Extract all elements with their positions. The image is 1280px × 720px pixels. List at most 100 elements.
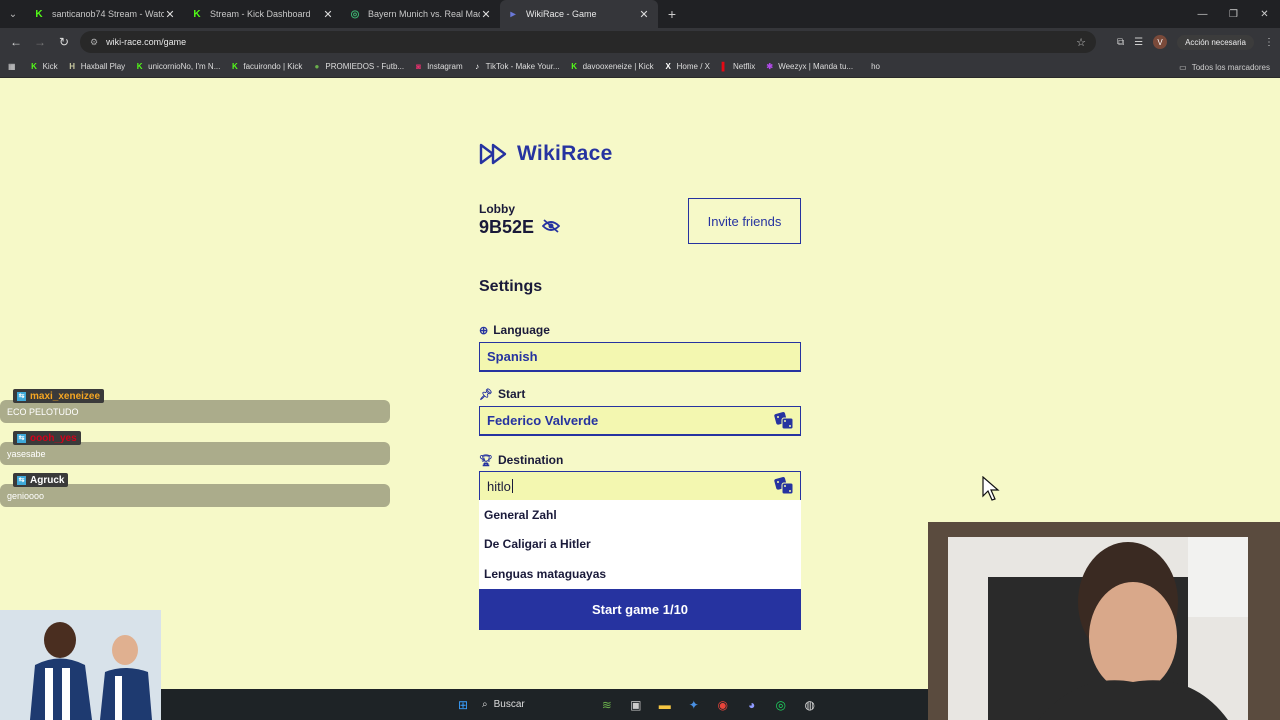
x-icon: X	[665, 62, 671, 71]
restore-icon[interactable]: ❐	[1218, 9, 1249, 20]
obs-icon[interactable]: ◍	[800, 695, 820, 715]
bookmarks-bar: ▦ K Kick H Haxball Play KunicornioNo, I'm …	[0, 56, 1280, 78]
bookmark-weezyx[interactable]: ✱ Weezyx | Manda tu...	[765, 62, 853, 71]
tab-title: WikiRace - Game	[526, 9, 597, 19]
tab-kick-stream[interactable]: K santicanob74 Stream - Watch L ✕	[26, 0, 184, 28]
bookmark-facuirondo[interactable]: Kfacuirondo | Kick	[230, 62, 302, 71]
close-icon[interactable]: ✕	[638, 8, 650, 21]
star-icon[interactable]: ☆	[1076, 36, 1086, 49]
webcam-feed	[928, 522, 1280, 720]
netflix-icon: ▌	[721, 62, 728, 71]
chat-message-row	[0, 484, 390, 507]
bookmark-tiktok[interactable]: ♪ TikTok - Make Your...	[473, 62, 559, 71]
weezyx-icon: ✱	[766, 62, 774, 71]
tab-kick-dashboard[interactable]: K Stream - Kick Dashboard ✕	[184, 0, 342, 28]
spotify-icon[interactable]: ◎	[771, 695, 791, 715]
language-value: Spanish	[487, 349, 538, 364]
destination-label: 🏆︎ Destination	[479, 453, 564, 467]
reload-icon[interactable]: ↻	[52, 35, 76, 49]
chrome-icon[interactable]: ◉	[713, 695, 733, 715]
lobby-code: 9B52E	[479, 217, 561, 238]
sticker-image	[0, 610, 161, 720]
lobby-code-text: 9B52E	[479, 217, 535, 237]
eye-slash-icon[interactable]	[541, 217, 561, 238]
tab-wikirace[interactable]: ▸ WikiRace - Game ✕	[500, 0, 658, 28]
destination-input[interactable]: hitlo	[479, 471, 801, 501]
dice-icon[interactable]	[774, 412, 794, 433]
start-input[interactable]: Federico Valverde	[479, 406, 801, 436]
windows-start-icon[interactable]: ⊞	[453, 695, 473, 715]
start-value: Federico Valverde	[487, 413, 599, 428]
taskbar-search[interactable]: ⌕ Buscar	[482, 699, 525, 710]
suggestion-item[interactable]: De Caligari a Hitler	[479, 530, 801, 560]
tab-search-icon[interactable]: ⌄	[0, 0, 26, 28]
chat-username-badge: ⇆ maxi_xeneizee	[13, 389, 105, 403]
instagram-icon: ◙	[416, 62, 421, 71]
start-game-button[interactable]: Start game 1/10	[479, 589, 801, 630]
language-select[interactable]: Spanish	[479, 342, 801, 372]
action-needed-button[interactable]: Acción necesaria	[1177, 34, 1254, 50]
bookmark-x[interactable]: X Home / X	[664, 62, 710, 71]
tab-title: Stream - Kick Dashboard	[210, 9, 311, 19]
copilot-icon[interactable]: ✦	[684, 695, 704, 715]
chat-message-row	[0, 442, 390, 465]
close-icon[interactable]: ✕	[322, 8, 334, 21]
wikirace-logo: WikiRace	[479, 142, 613, 166]
close-icon[interactable]: ✕	[164, 8, 176, 21]
kick-icon: K	[193, 8, 201, 20]
logo-title: WikiRace	[517, 142, 613, 165]
bookmark-netflix[interactable]: ▌ Netflix	[720, 62, 756, 71]
apps-icon[interactable]: ▦	[8, 62, 16, 71]
trophy-icon: 🏆︎	[479, 454, 493, 467]
new-tab-button[interactable]: +	[658, 6, 686, 22]
chat-username: Agruck	[30, 474, 65, 486]
kick-icon: K	[31, 62, 37, 71]
forward-icon[interactable]: →	[28, 35, 52, 49]
bookmark-unicornio[interactable]: KunicornioNo, I'm N...	[135, 62, 221, 71]
bookmark-kick[interactable]: K Kick	[30, 62, 58, 71]
media-icon[interactable]: ☰	[1134, 37, 1143, 48]
fast-forward-icon	[479, 143, 507, 165]
site-info-icon[interactable]: ⚙	[90, 37, 98, 48]
menu-icon[interactable]: ⋮	[1264, 37, 1274, 48]
discord-icon[interactable]: ◕	[742, 695, 762, 715]
back-icon[interactable]: ←	[4, 35, 28, 49]
chat-username: maxi_xeneizee	[30, 390, 101, 402]
close-window-icon[interactable]: ✕	[1249, 9, 1280, 20]
suggestion-item[interactable]: Lenguas mataguayas	[479, 559, 801, 589]
chat-username-badge: ⇆ Agruck	[13, 473, 69, 487]
minimize-icon[interactable]: —	[1187, 9, 1218, 20]
bookmark-davooxeneize[interactable]: Kdavooxeneize | Kick	[570, 62, 653, 71]
globe-icon: ◎	[350, 8, 360, 20]
invite-friends-button[interactable]: Invite friends	[688, 198, 801, 244]
kick-badge-icon: ⇆	[17, 391, 26, 401]
extensions-icon[interactable]: ⧉	[1117, 37, 1124, 48]
window-controls: — ❐ ✕	[1187, 0, 1280, 28]
task-view-icon[interactable]: ▣	[626, 695, 646, 715]
suggestion-item[interactable]: General Zahl	[479, 500, 801, 530]
all-bookmarks[interactable]: ▭ Todos los marcadores	[1179, 56, 1270, 78]
mouse-cursor-icon	[982, 475, 1000, 507]
kick-icon: K	[136, 62, 143, 71]
bookmark-promiedos[interactable]: ● PROMIEDOS - Futb...	[312, 62, 404, 71]
language-label: ⊕ Language	[479, 323, 550, 337]
bookmark-haxball[interactable]: H Haxball Play	[68, 62, 125, 71]
toolbar-right: ⧉ ☰ V Acción necesaria ⋮	[1117, 28, 1274, 56]
tiktok-icon: ♪	[475, 62, 480, 71]
file-explorer-icon[interactable]: ▬	[655, 695, 675, 715]
widgets-icon[interactable]: ≋	[597, 695, 617, 715]
globe-icon: ⊕	[479, 324, 489, 337]
taskbar: ⊞ ⌕ Buscar ≋ ▣ ▬ ✦ ◉ ◕ ◎ ◍	[161, 689, 928, 720]
bookmark-ho[interactable]: ho	[871, 62, 880, 71]
profile-avatar[interactable]: V	[1153, 35, 1168, 49]
bookmark-instagram[interactable]: ◙ Instagram	[414, 62, 463, 71]
chat-message: genioooo	[7, 491, 45, 501]
kick-badge-icon: ⇆	[17, 475, 26, 485]
destination-suggestions: General Zahl De Caligari a Hitler Lengua…	[479, 500, 801, 589]
tab-bayern-real[interactable]: ◎ Bayern Munich vs. Real Madrid ✕	[342, 0, 500, 28]
dice-icon[interactable]	[774, 477, 794, 498]
chat-message: ECO PELOTUDO	[7, 407, 79, 417]
tab-title: santicanob74 Stream - Watch L	[52, 9, 164, 19]
close-icon[interactable]: ✕	[480, 8, 492, 21]
url-field[interactable]: ⚙ wiki-race.com/game ☆	[80, 31, 1096, 53]
